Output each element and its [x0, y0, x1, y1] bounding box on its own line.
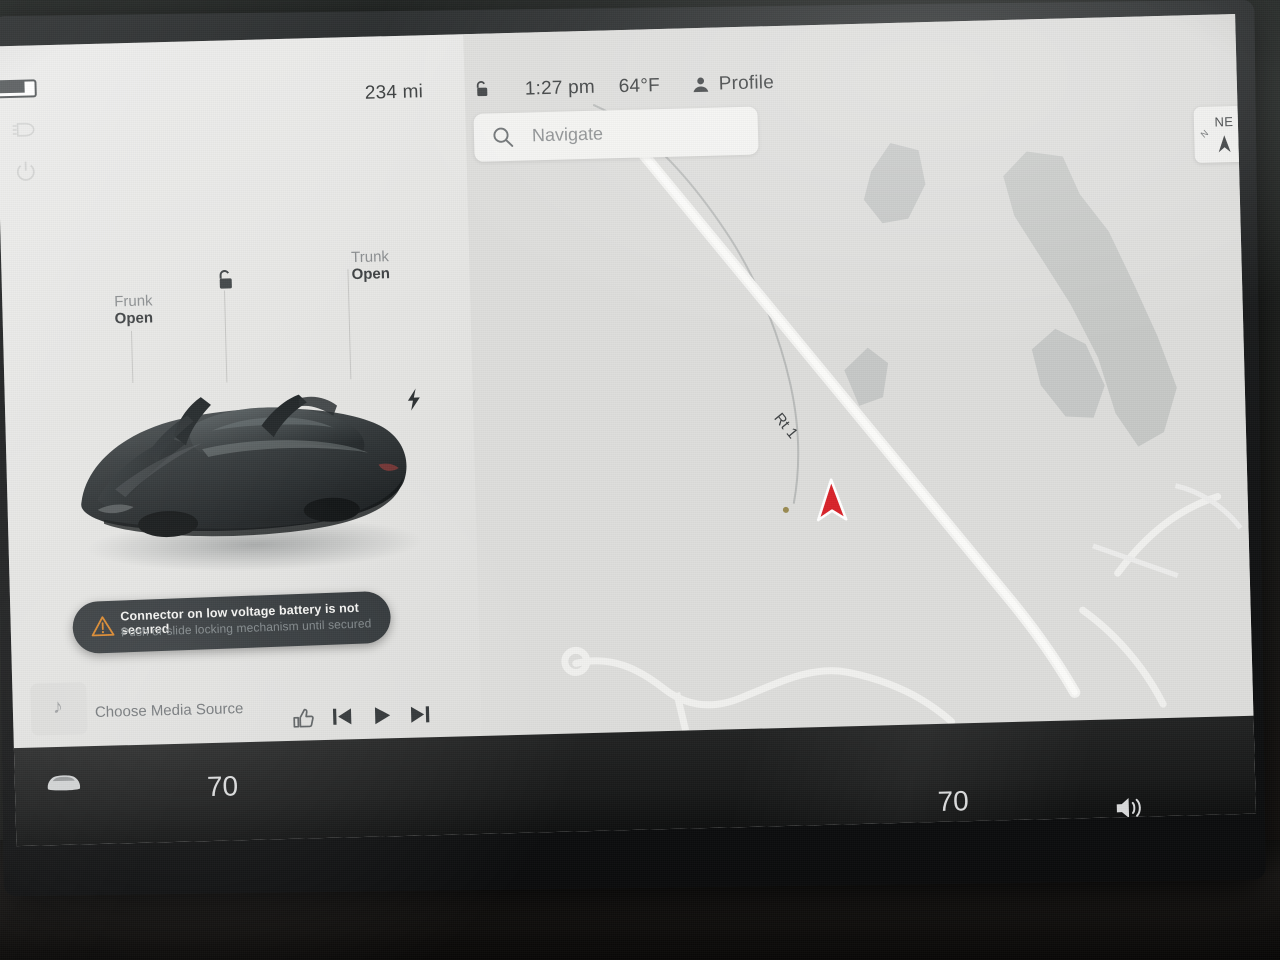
screen-bezel: Frunk Open Trunk Open Connector on low v…	[0, 0, 1266, 897]
no-signal-icon	[1235, 32, 1254, 55]
passenger-temperature[interactable]: 70	[937, 785, 969, 818]
range-readout[interactable]: 234 mi	[365, 81, 424, 105]
alert-toast[interactable]: Connector on low voltage battery is not …	[71, 590, 392, 655]
outside-temperature[interactable]: 64°F	[618, 75, 660, 98]
power-indicator-icon	[16, 161, 35, 181]
tesla-touchscreen: Frunk Open Trunk Open Connector on low v…	[0, 13, 1257, 847]
vehicle-status-panel: Frunk Open Trunk Open Connector on low v…	[0, 34, 482, 749]
next-track-button[interactable]	[409, 703, 432, 726]
frunk-status[interactable]: Frunk Open	[114, 292, 153, 327]
battery-icon[interactable]	[0, 79, 37, 99]
navigate-search-field[interactable]: Navigate	[473, 106, 759, 162]
trunk-state: Open	[351, 265, 391, 284]
warning-triangle-icon	[91, 616, 115, 637]
person-icon	[693, 77, 709, 93]
unlocked-padlock-icon[interactable]	[470, 77, 493, 100]
frunk-label: Frunk	[114, 292, 153, 311]
driver-temperature[interactable]: 70	[207, 770, 239, 803]
music-note-icon: ♪	[52, 695, 64, 719]
compass-east-tick: E	[1238, 126, 1250, 139]
trunk-label: Trunk	[350, 248, 390, 267]
frunk-state: Open	[114, 309, 154, 328]
car-front-icon[interactable]	[45, 770, 84, 795]
navigate-placeholder: Navigate	[531, 123, 604, 146]
play-button[interactable]	[371, 704, 394, 727]
speaker-volume-icon[interactable]	[1113, 795, 1148, 822]
album-art-placeholder[interactable]: ♪	[30, 682, 88, 736]
compass-widget[interactable]: NE N E	[1193, 105, 1254, 164]
previous-track-button[interactable]	[331, 705, 354, 728]
photo-of-tesla-touchscreen: Frunk Open Trunk Open Connector on low v…	[0, 0, 1280, 960]
trunk-status[interactable]: Trunk Open	[351, 248, 390, 283]
north-arrow-icon	[1218, 135, 1231, 153]
lights-indicator-icon	[12, 122, 35, 137]
unlocked-padlock-icon[interactable]	[211, 266, 238, 293]
profile-button[interactable]: Profile	[718, 72, 774, 95]
clock[interactable]: 1:27 pm	[525, 77, 596, 101]
vehicle-image[interactable]	[59, 325, 435, 580]
search-icon	[493, 127, 514, 147]
thumbs-up-button[interactable]	[291, 706, 316, 731]
